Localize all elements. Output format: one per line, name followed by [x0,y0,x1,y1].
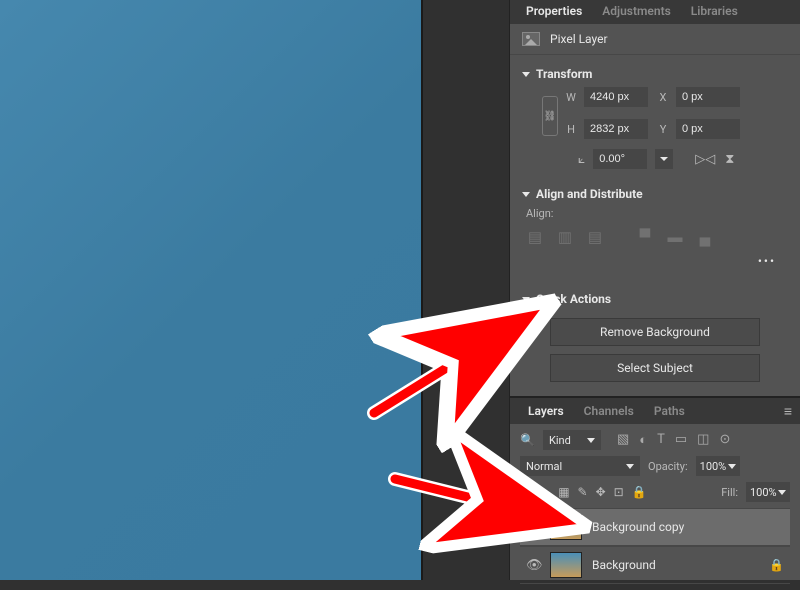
more-options-icon[interactable]: ••• [522,254,788,274]
search-icon: 🔍 [520,433,535,447]
filter-toggle-icon[interactable]: ⊙ [719,432,730,448]
opacity-input[interactable]: 100% [696,456,740,476]
height-input[interactable] [584,119,648,139]
align-title: Align and Distribute [536,187,643,201]
align-vcenter-icon[interactable]: ▬ [666,228,684,246]
quick-actions-header[interactable]: Quick Actions [522,286,788,312]
layer-thumbnail[interactable] [550,552,582,578]
properties-tabs: Properties Adjustments Libraries [510,0,800,24]
w-label: W [564,91,578,104]
fill-input[interactable]: 100% [746,482,790,502]
opacity-label: Opacity: [648,460,688,473]
filter-smart-icon[interactable]: ◫ [697,432,709,448]
visibility-toggle[interactable]: 👁 [526,558,540,573]
layers-panel: Layers Channels Paths ≡ 🔍 Kind ▧ ◐ T ▭ ◫… [510,396,800,590]
tab-adjustments[interactable]: Adjustments [592,0,681,24]
quick-actions-section: Quick Actions Remove Background Select S… [510,280,800,396]
transform-header[interactable]: Transform [522,61,788,87]
right-panels: Properties Adjustments Libraries Pixel L… [510,0,800,580]
fill-label: Fill: [721,486,738,499]
x-input[interactable] [676,87,740,107]
rotation-dropdown[interactable] [655,149,673,169]
layer-name[interactable]: Background copy [592,520,684,534]
align-top-icon[interactable]: ▀ [636,228,654,246]
layer-item[interactable]: Background copy [520,508,790,546]
angle-icon: ⟀ [578,152,585,167]
chevron-down-icon [522,297,530,302]
align-left-icon[interactable]: ▤ [526,228,544,246]
tab-channels[interactable]: Channels [574,400,644,422]
align-buttons: ▤ ▥ ▤ ▀ ▬ ▄ [522,220,788,254]
document-canvas[interactable] [0,0,423,580]
filter-shape-icon[interactable]: ▭ [675,432,687,448]
lock-artboard-icon[interactable]: ⊡ [614,485,624,499]
pixel-layer-icon [522,32,540,46]
lock-brush-icon[interactable]: ✎ [578,485,588,499]
chevron-down-icon [626,464,634,469]
align-header[interactable]: Align and Distribute [522,181,788,207]
lock-position-icon[interactable]: ✥ [596,485,606,499]
lock-all-icon[interactable]: 🔒 [632,485,647,499]
align-section: Align and Distribute Align: ▤ ▥ ▤ ▀ ▬ ▄ … [510,175,800,280]
select-subject-button[interactable]: Select Subject [550,354,760,382]
transform-title: Transform [536,67,592,81]
layer-thumbnail[interactable] [550,514,582,540]
tab-paths[interactable]: Paths [644,400,695,422]
x-label: X [656,91,670,104]
lock-pixels-icon[interactable]: ▦ [558,485,569,499]
filter-adjust-icon[interactable]: ◐ [639,432,647,448]
lock-icon[interactable]: 🔒 [769,558,784,572]
rotation-input[interactable] [593,149,647,169]
kind-filter-dropdown[interactable]: Kind [543,430,601,450]
tab-properties[interactable]: Properties [516,0,592,24]
layer-type-label: Pixel Layer [550,32,608,46]
y-input[interactable] [676,119,740,139]
tab-layers[interactable]: Layers [518,400,574,422]
y-label: Y [656,123,670,136]
flip-vertical-icon[interactable]: ⧗ [725,152,734,167]
tab-libraries[interactable]: Libraries [681,0,748,24]
chevron-down-icon [778,490,786,495]
align-hcenter-icon[interactable]: ▥ [556,228,574,246]
flip-horizontal-icon[interactable]: ▷◁ [695,152,715,167]
panel-gutter [425,0,510,580]
chevron-down-icon [522,192,530,197]
filter-type-icon[interactable]: T [657,432,665,448]
layer-list: Background copy 👁 Background 🔒 [520,508,790,584]
align-bottom-icon[interactable]: ▄ [696,228,714,246]
quick-actions-title: Quick Actions [536,292,611,306]
link-wh-icon[interactable]: ⛓ [542,96,558,136]
width-input[interactable] [584,87,648,107]
lock-label: Lock: [520,486,546,499]
panel-menu-icon[interactable]: ≡ [784,403,792,420]
align-sublabel: Align: [522,207,788,220]
layer-name[interactable]: Background [592,558,656,572]
layer-item[interactable]: 👁 Background 🔒 [520,546,790,584]
chevron-down-icon [587,438,595,443]
remove-background-button[interactable]: Remove Background [550,318,760,346]
filter-pixel-icon[interactable]: ▧ [617,432,629,448]
transform-section: Transform ⛓ W H X [510,55,800,175]
chevron-down-icon [728,464,736,469]
chevron-down-icon [522,72,530,77]
layer-type-row: Pixel Layer [510,24,800,55]
align-right-icon[interactable]: ▤ [586,228,604,246]
h-label: H [564,123,578,136]
blend-mode-dropdown[interactable]: Normal [520,456,640,476]
